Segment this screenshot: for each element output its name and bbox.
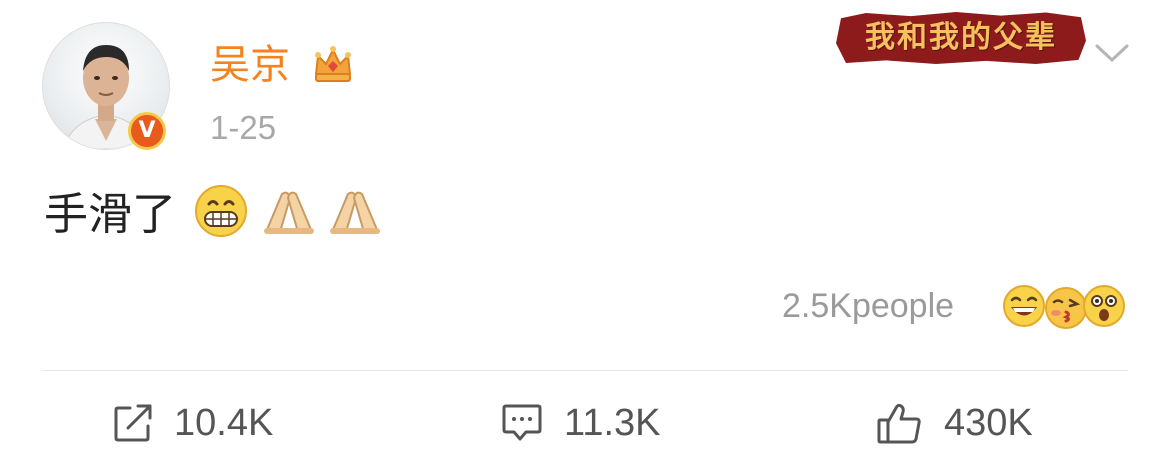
- folded-hands-icon: [330, 191, 380, 234]
- repost-icon: [114, 404, 152, 442]
- repost-count: 10.4K: [174, 402, 274, 444]
- laughing-face-icon[interactable]: [1002, 284, 1046, 328]
- post-body-text: 手滑了: [44, 189, 176, 240]
- chevron-down-icon[interactable]: [1094, 38, 1130, 66]
- campaign-banner[interactable]: 我和我的父辈: [836, 12, 1086, 64]
- comment-count: 11.3K: [564, 402, 661, 444]
- verified-badge: V: [128, 112, 166, 150]
- author-name[interactable]: 吴京: [210, 40, 290, 90]
- thumbs-up-icon: [877, 403, 921, 444]
- like-button[interactable]: 430K: [876, 398, 1076, 448]
- like-count: 430K: [944, 402, 1033, 444]
- crown-icon: [315, 46, 351, 82]
- surprised-face-icon[interactable]: [1082, 284, 1126, 328]
- weibo-post-card: V 吴京 1-25 我和我的父辈 手滑了 2.5Kpeople 10.4K 11…: [0, 0, 1170, 465]
- comment-button[interactable]: 11.3K: [500, 398, 700, 448]
- repost-button[interactable]: 10.4K: [112, 398, 312, 448]
- comment-icon: [502, 404, 542, 441]
- grinning-face-icon: [195, 185, 247, 237]
- post-date: 1-25: [210, 109, 277, 146]
- folded-hands-icon: [264, 191, 314, 234]
- reaction-count[interactable]: 2.5Kpeople: [782, 286, 954, 326]
- banner-title: 我和我的父辈: [865, 20, 1057, 55]
- divider: [42, 370, 1128, 371]
